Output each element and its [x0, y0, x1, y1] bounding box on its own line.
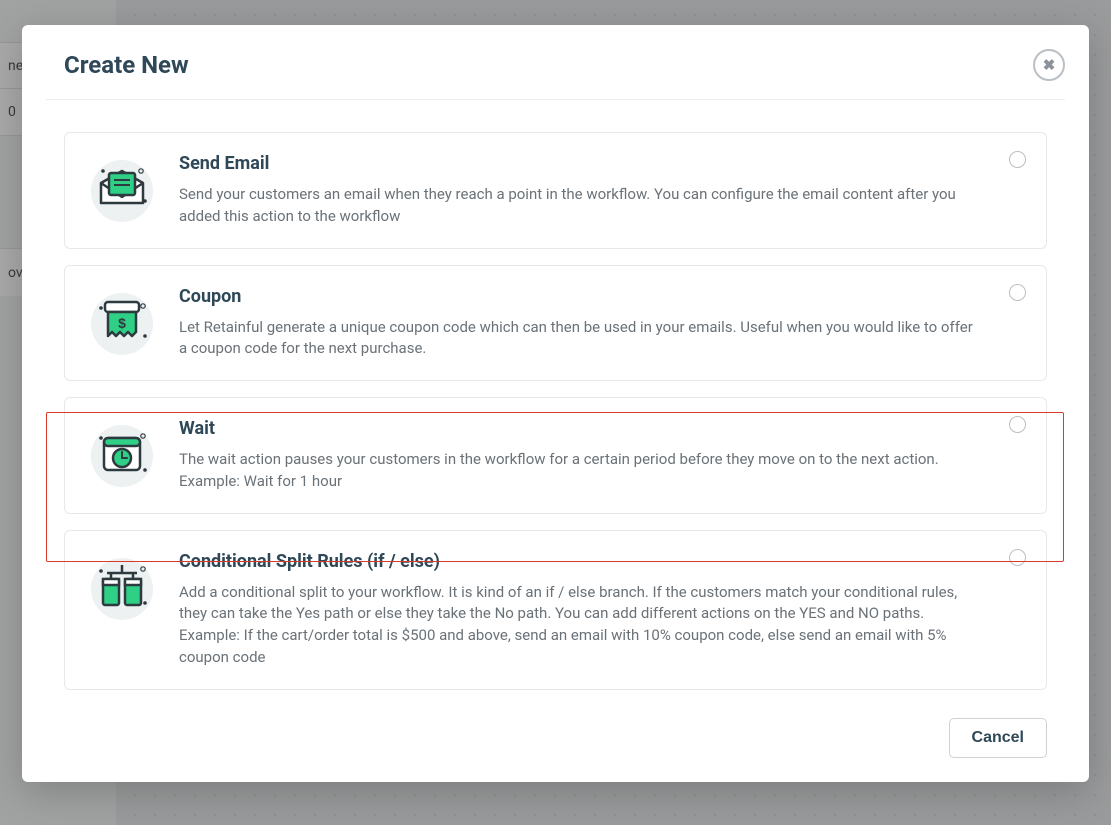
modal-header: Create New ✖	[46, 25, 1065, 100]
option-radio[interactable]	[1009, 416, 1026, 433]
svg-text:$: $	[118, 315, 126, 331]
option-title: Send Email	[179, 153, 984, 174]
option-radio[interactable]	[1009, 151, 1026, 168]
option-text: Conditional Split Rules (if / else) Add …	[179, 551, 1024, 669]
coupon-icon: $	[87, 286, 157, 356]
modal-footer: Cancel	[22, 700, 1089, 782]
option-desc: Let Retainful generate a unique coupon c…	[179, 317, 984, 361]
option-title: Coupon	[179, 286, 984, 307]
option-desc: Send your customers an email when they r…	[179, 184, 984, 228]
email-icon	[87, 153, 157, 223]
option-desc: The wait action pauses your customers in…	[179, 449, 984, 493]
modal-body: Send Email Send your customers an email …	[22, 100, 1089, 700]
option-title: Wait	[179, 418, 984, 439]
close-icon: ✖	[1043, 56, 1056, 74]
option-coupon[interactable]: $ Coupon Let Retainful generate a unique…	[64, 265, 1047, 382]
close-button[interactable]: ✖	[1033, 49, 1065, 81]
option-radio[interactable]	[1009, 284, 1026, 301]
option-radio[interactable]	[1009, 549, 1026, 566]
create-new-modal: Create New ✖ Send Em	[22, 25, 1089, 782]
split-icon	[87, 551, 157, 621]
option-text: Coupon Let Retainful generate a unique c…	[179, 286, 1024, 361]
modal-title: Create New	[64, 51, 189, 79]
option-send-email[interactable]: Send Email Send your customers an email …	[64, 132, 1047, 249]
option-title: Conditional Split Rules (if / else)	[179, 551, 984, 572]
option-text: Wait The wait action pauses your custome…	[179, 418, 1024, 493]
option-wait[interactable]: Wait The wait action pauses your custome…	[64, 397, 1047, 514]
cancel-button[interactable]: Cancel	[949, 718, 1047, 758]
wait-icon	[87, 418, 157, 488]
option-conditional-split[interactable]: Conditional Split Rules (if / else) Add …	[64, 530, 1047, 690]
option-desc: Add a conditional split to your workflow…	[179, 582, 984, 669]
option-text: Send Email Send your customers an email …	[179, 153, 1024, 228]
